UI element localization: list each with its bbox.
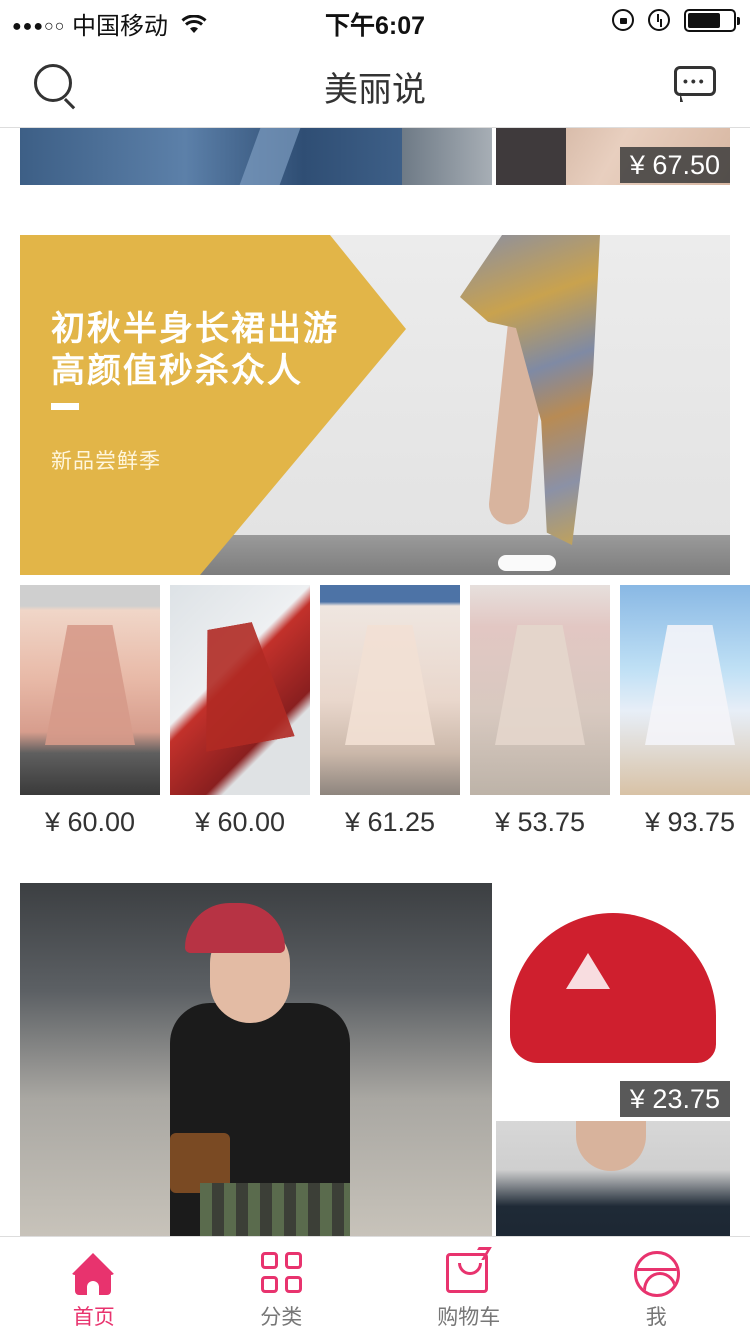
product-image-skirt <box>45 625 135 745</box>
battery-level <box>688 12 720 28</box>
product-image <box>20 585 160 795</box>
product-carousel[interactable]: ¥ 60.00 ¥ 60.00 ¥ 61.25 ¥ 53.75 ¥ 93.75 <box>20 585 750 845</box>
outfit-skirt <box>200 1183 350 1236</box>
shopping-bag-icon <box>446 1253 488 1293</box>
price-tag: ¥ 67.50 <box>619 147 730 183</box>
banner-divider <box>51 403 79 410</box>
product-image-denim[interactable] <box>20 128 492 185</box>
product-card[interactable]: ¥ 61.25 <box>320 585 460 838</box>
status-bar: ●●●○○ 中国移动 下午6:07 <box>0 0 750 40</box>
tee-model-face <box>576 1121 646 1171</box>
tab-bar: 首页 分类 购物车 我 <box>0 1236 750 1334</box>
product-image-skirt <box>185 618 294 752</box>
banner-headline-line2: 高颜值秒杀众人 <box>51 352 303 390</box>
product-price: ¥ 60.00 <box>194 807 286 837</box>
product-image <box>470 585 610 795</box>
product-image-skirt <box>495 625 585 745</box>
profile-icon <box>633 1251 680 1297</box>
product-card[interactable]: ¥ 60.00 <box>170 585 310 838</box>
product-card[interactable]: ¥ 60.00 <box>20 585 160 838</box>
product-image-skirt <box>645 625 735 745</box>
grid-icon-cell <box>260 1252 278 1269</box>
product-price: ¥ 61.25 <box>344 807 436 837</box>
page-title: 美丽说 <box>324 71 426 109</box>
outfit-cap <box>185 903 285 953</box>
product-image <box>620 585 750 795</box>
product-price: ¥ 93.75 <box>644 807 736 837</box>
denim-edge <box>402 128 492 185</box>
banner-model-shoe <box>498 555 556 571</box>
tab-home[interactable]: 首页 <box>0 1237 188 1334</box>
alarm-icon <box>648 9 670 31</box>
tab-category[interactable]: 分类 <box>188 1237 376 1334</box>
home-icon <box>71 1253 115 1295</box>
grid-icon-cell <box>284 1276 302 1293</box>
denim-fold <box>239 128 301 185</box>
grid-icon-cell <box>260 1276 278 1293</box>
product-image-tee[interactable] <box>496 1121 730 1236</box>
product-row-bottom: ¥ 23.75 <box>20 883 730 1236</box>
tab-label: 我 <box>645 1306 667 1329</box>
product-image <box>170 585 310 795</box>
cap-crown <box>510 913 716 1063</box>
product-image-skirt <box>345 625 435 745</box>
rotation-lock-icon <box>612 9 634 31</box>
product-card[interactable]: ¥ 93.75 <box>620 585 750 838</box>
tab-label: 购物车 <box>437 1306 501 1329</box>
cap-logo <box>566 953 610 989</box>
status-icons <box>612 8 740 32</box>
product-image <box>320 585 460 795</box>
tab-cart[interactable]: 购物车 <box>375 1237 563 1334</box>
grid-icon <box>260 1252 303 1294</box>
tab-me[interactable]: 我 <box>563 1237 750 1334</box>
battery-icon <box>684 8 740 32</box>
feed-scroll-area[interactable]: ¥ 67.50 初秋半身长裙出游 高颜值秒杀众人 新品尝鲜季 ¥ 60.00 ¥… <box>0 128 750 1236</box>
grid-icon-cell <box>284 1252 302 1269</box>
messages-button[interactable]: ••• <box>674 66 716 102</box>
product-card[interactable]: ¥ 53.75 <box>470 585 610 838</box>
product-row-top: ¥ 67.50 <box>20 128 730 185</box>
tab-label: 首页 <box>72 1306 115 1329</box>
chat-bubble-dots: ••• <box>683 73 707 89</box>
product-image-shoes[interactable]: ¥ 67.50 <box>496 128 730 185</box>
price-tag: ¥ 23.75 <box>619 1081 730 1117</box>
banner-subtitle: 新品尝鲜季 <box>51 450 161 473</box>
chat-bubble-tail <box>680 92 683 102</box>
product-image-cap[interactable]: ¥ 23.75 <box>496 883 730 1117</box>
home-icon-door <box>87 1281 99 1295</box>
promo-banner[interactable]: 初秋半身长裙出游 高颜值秒杀众人 新品尝鲜季 <box>20 235 730 575</box>
navigation-bar: 美丽说 ••• <box>0 40 750 128</box>
product-image-outfit[interactable] <box>20 883 492 1236</box>
shoe-shadow <box>496 128 566 185</box>
product-price: ¥ 60.00 <box>44 807 136 837</box>
product-price: ¥ 53.75 <box>494 807 586 837</box>
tab-label: 分类 <box>260 1306 303 1329</box>
